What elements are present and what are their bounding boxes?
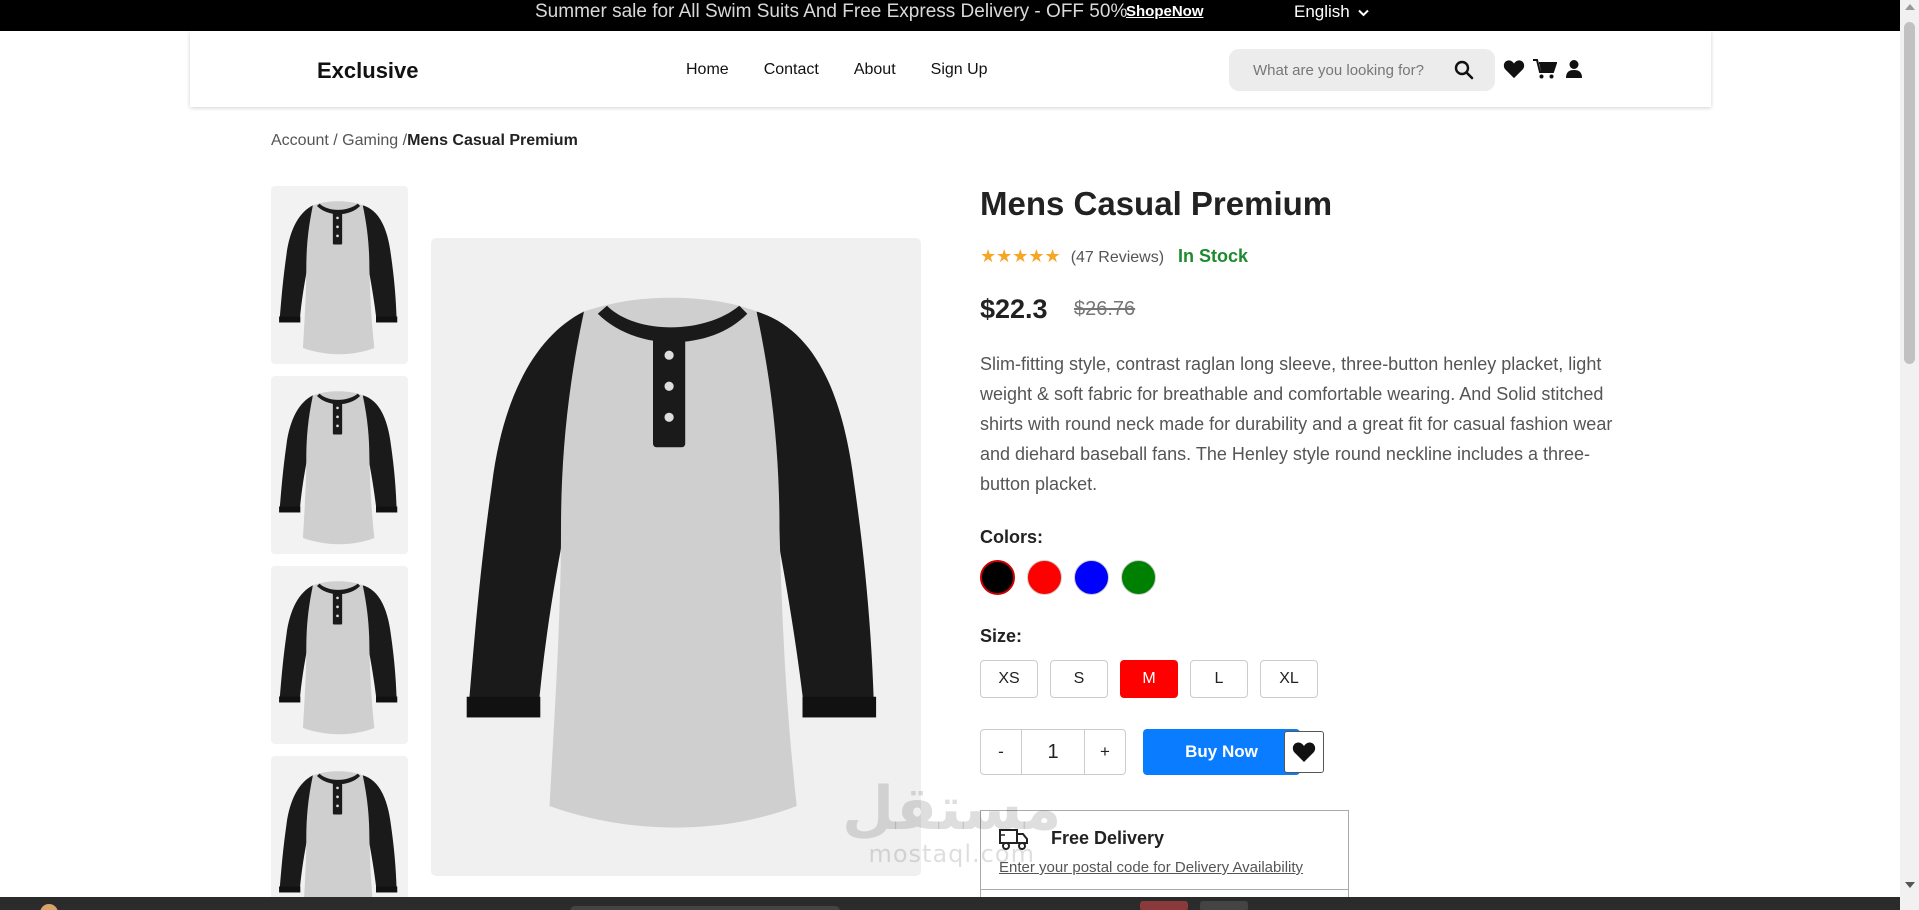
taskbar-avatar[interactable] xyxy=(40,904,58,910)
color-swatch-green[interactable] xyxy=(1121,560,1156,595)
delivery-title: Free Delivery xyxy=(1051,828,1165,848)
breadcrumb-separator: / xyxy=(328,132,343,149)
truck-icon xyxy=(999,827,1029,856)
breadcrumb-gaming[interactable]: Gaming xyxy=(342,132,398,149)
scroll-down-icon[interactable] xyxy=(1905,882,1915,888)
colors-label: Colors: xyxy=(980,527,1043,547)
user-icon[interactable] xyxy=(1565,59,1583,84)
product-thumbnail[interactable] xyxy=(271,566,408,744)
size-xs[interactable]: XS xyxy=(980,660,1038,698)
shirt-thumbnail-image xyxy=(279,391,398,545)
color-swatch-blue[interactable] xyxy=(1074,560,1109,595)
scroll-up-icon[interactable] xyxy=(1905,4,1915,10)
size-m[interactable]: M xyxy=(1120,660,1178,698)
search-box xyxy=(1229,49,1495,91)
breadcrumb-current: Mens Casual Premium xyxy=(407,132,578,149)
nav-home[interactable]: Home xyxy=(686,61,729,79)
header-icons xyxy=(1503,58,1583,85)
taskbar-app[interactable] xyxy=(1140,901,1188,910)
cart-icon[interactable] xyxy=(1533,58,1558,85)
size-xl[interactable]: XL xyxy=(1260,660,1318,698)
search-icon[interactable] xyxy=(1454,60,1474,85)
nav-sign-up[interactable]: Sign Up xyxy=(931,61,988,79)
postal-code-link[interactable]: Enter your postal code for Delivery Avai… xyxy=(999,859,1303,876)
product-thumbnail[interactable] xyxy=(271,186,408,364)
quantity-value[interactable]: 1 xyxy=(1021,730,1085,774)
size-s[interactable]: S xyxy=(1050,660,1108,698)
search-input[interactable] xyxy=(1229,49,1449,91)
shirt-thumbnail-image xyxy=(279,771,398,910)
nav-contact[interactable]: Contact xyxy=(764,61,819,79)
main-nav: Home Contact About Sign Up xyxy=(686,61,1023,79)
color-swatch-red[interactable] xyxy=(1027,560,1062,595)
rating-stars: ★★★★★ xyxy=(980,246,1061,266)
language-label: English xyxy=(1294,2,1350,21)
taskbar-app[interactable] xyxy=(1200,901,1248,910)
shirt-thumbnail-image xyxy=(279,581,398,735)
site-logo[interactable]: Exclusive xyxy=(317,58,419,84)
size-options: XS S M L XL xyxy=(980,660,1318,698)
heart-icon xyxy=(1292,742,1316,762)
product-thumbnail[interactable] xyxy=(271,376,408,554)
product-description: Slim-fitting style, contrast raglan long… xyxy=(980,354,1613,494)
language-selector[interactable]: English xyxy=(1294,2,1369,22)
decrease-quantity-button[interactable]: - xyxy=(981,730,1021,774)
increase-quantity-button[interactable]: + xyxy=(1085,730,1125,774)
announcement-text: Summer sale for All Swim Suits And Free … xyxy=(535,1,1128,22)
add-to-wishlist-button[interactable] xyxy=(1284,731,1324,773)
shirt-main-image xyxy=(466,297,877,828)
product-rating: ★★★★★ (47 Reviews) In Stock xyxy=(980,246,1248,267)
announcement-bar: Summer sale for All Swim Suits And Free … xyxy=(0,0,1900,31)
chevron-down-icon xyxy=(1357,9,1369,16)
nav-about[interactable]: About xyxy=(854,61,896,79)
breadcrumb-account[interactable]: Account xyxy=(271,132,329,149)
product-price: $22.3 xyxy=(980,294,1048,324)
product-thumbnail[interactable] xyxy=(271,756,408,910)
delivery-info-box: Free Delivery Enter your postal code for… xyxy=(980,810,1349,910)
shirt-thumbnail-image xyxy=(279,201,398,355)
product-main-image xyxy=(431,238,921,876)
breadcrumb-separator: / xyxy=(398,132,408,149)
breadcrumb: Account / Gaming /Mens Casual Premium xyxy=(271,132,578,150)
quantity-stepper: - 1 + xyxy=(980,729,1126,775)
heart-icon[interactable] xyxy=(1503,59,1525,84)
page-scrollbar[interactable] xyxy=(1900,0,1919,910)
size-label: Size: xyxy=(980,626,1023,646)
product-title: Mens Casual Premium xyxy=(980,185,1333,222)
review-count[interactable]: (47 Reviews) xyxy=(1071,249,1164,266)
taskbar-strip xyxy=(0,897,1900,910)
scrollbar-thumb[interactable] xyxy=(1904,22,1915,364)
delivery-divider xyxy=(981,889,1348,890)
stock-status: In Stock xyxy=(1178,246,1249,266)
site-header: Exclusive Home Contact About Sign Up xyxy=(190,31,1711,107)
shop-now-link[interactable]: ShopeNow xyxy=(1126,3,1204,20)
color-swatch-black[interactable] xyxy=(980,560,1015,595)
buy-now-button[interactable]: Buy Now xyxy=(1143,729,1300,775)
original-price: $26.76 xyxy=(1074,298,1136,320)
color-options xyxy=(980,560,1156,595)
taskbar-search[interactable] xyxy=(570,906,840,910)
size-l[interactable]: L xyxy=(1190,660,1248,698)
